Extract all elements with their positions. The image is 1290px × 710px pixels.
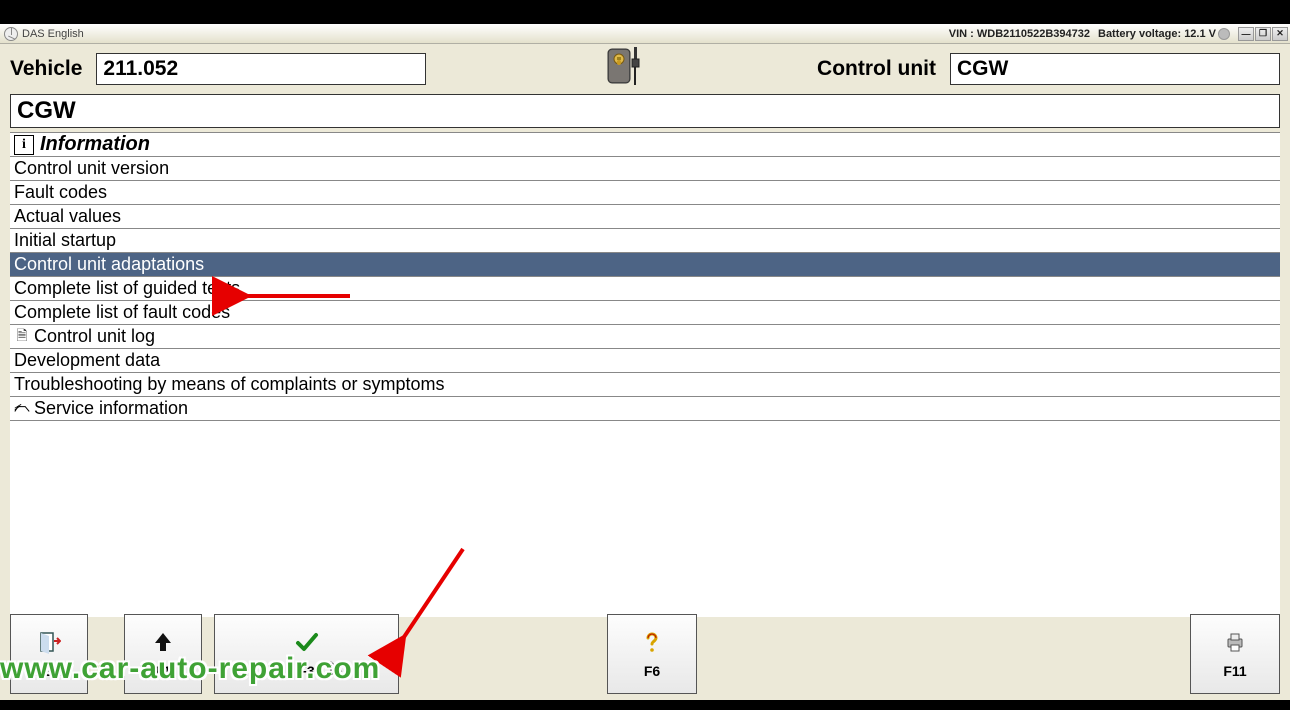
menu-list: i Information Control unit version Fault… [10,132,1280,617]
printer-icon [1223,630,1247,657]
battery-status-icon [1218,28,1230,40]
menu-item-control-unit-version[interactable]: Control unit version [10,157,1280,181]
title-bar: DAS English VIN : WDB2110522B394732 Batt… [0,24,1290,44]
menu-item-guided-tests[interactable]: Complete list of guided tests [10,277,1280,301]
mb-logo-icon [4,27,18,41]
control-unit-label: Control unit [817,57,944,81]
app-title: DAS English [22,28,84,40]
menu-item-control-unit-adaptations[interactable]: Control unit adaptations [10,253,1280,277]
section-title: CGW [10,94,1280,128]
menu-item-complete-fault-codes[interactable]: Complete list of fault codes [10,301,1280,325]
diagnostic-device-icon [598,45,646,94]
close-button[interactable]: ✕ [1272,27,1288,41]
vehicle-field[interactable]: 211.052 [96,53,426,85]
vehicle-label: Vehicle [10,57,90,81]
app-window: DAS English VIN : WDB2110522B394732 Batt… [0,24,1290,700]
minimize-button[interactable]: — [1238,27,1254,41]
menu-item-control-unit-log[interactable]: 🗎 Control unit log [10,325,1280,349]
header-fields: Vehicle 211.052 Control unit CGW [0,44,1290,94]
control-unit-value: CGW [957,57,1008,81]
menu-item-service-information[interactable]: Service information [10,397,1280,421]
menu-item-troubleshooting[interactable]: Troubleshooting by means of complaints o… [10,373,1280,397]
menu-header: i Information [10,133,1280,157]
f11-print-button[interactable]: F11 [1190,614,1280,694]
info-icon: i [14,135,34,155]
menu-item-actual-values[interactable]: Actual values [10,205,1280,229]
f6-help-button[interactable]: F6 [607,614,697,694]
car-service-icon [14,402,30,416]
doc-icon: 🗎 [14,325,30,349]
maximize-button[interactable]: ❐ [1255,27,1271,41]
menu-item-fault-codes[interactable]: Fault codes [10,181,1280,205]
battery-label: Battery voltage: 12.1 V [1098,28,1216,40]
menu-header-label: Information [40,133,150,156]
vehicle-value: 211.052 [103,57,178,81]
vin-label: VIN : WDB2110522B394732 [949,28,1090,40]
device-icon-holder [432,45,811,94]
menu-item-development-data[interactable]: Development data [10,349,1280,373]
control-unit-field[interactable]: CGW [950,53,1280,85]
help-icon [640,630,664,657]
menu-item-initial-startup[interactable]: Initial startup [10,229,1280,253]
watermark-text: www.car-auto-repair.com [0,652,380,686]
